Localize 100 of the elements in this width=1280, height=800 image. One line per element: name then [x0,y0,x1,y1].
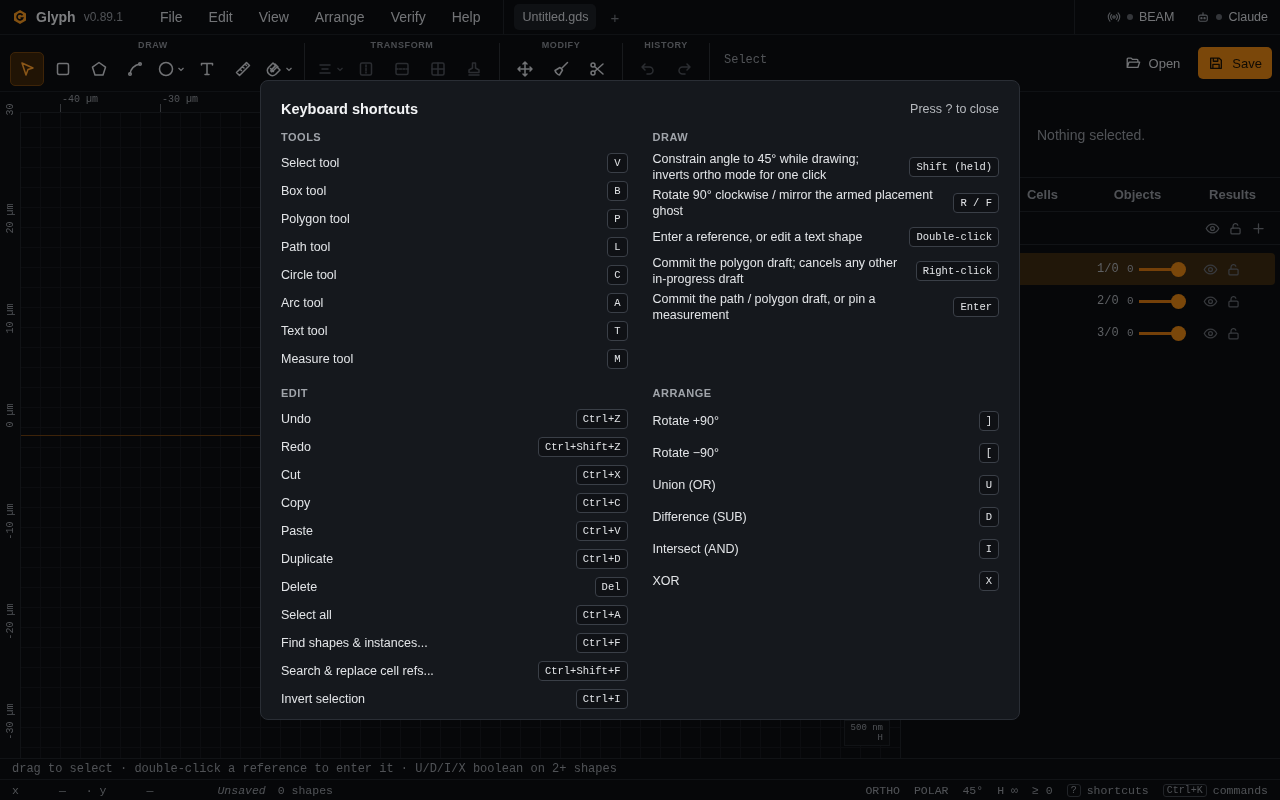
section-title: TOOLS [281,131,323,143]
key-hint: Ctrl+Shift+Z [537,437,628,457]
mode-label: Select [723,52,769,69]
dashed-frame-icon [357,60,375,78]
key-hint: P [607,209,628,229]
key-hint: Del [594,577,628,597]
key-hint: V [607,153,628,173]
slider-thumb[interactable] [1171,261,1186,277]
slider-thumb[interactable] [1171,293,1186,309]
key-hint: U [978,475,999,495]
shortcut-label: Rotate +90° [652,413,719,429]
ruler-label: -40 µm [62,94,98,105]
layer-count: 0 [1127,263,1135,275]
shortcut-label: Paste [281,523,313,539]
menu-item[interactable]: View [245,9,302,25]
status-text: · y [85,784,107,797]
folder-icon [1124,55,1141,71]
opacity-slider[interactable] [1139,261,1187,277]
magnet-icon [265,60,283,78]
save-button[interactable]: Save [1198,47,1272,79]
add-layer-button[interactable] [1251,220,1266,236]
robot-icon [1196,10,1211,24]
shortcut-label: Intersect (AND) [652,541,739,557]
caret-icon [285,65,293,73]
toolbar-group-label: MODIFY [541,40,581,50]
shortcut-label: Rotate 90° clockwise / mirror the armed placement ghost [652,187,934,219]
toolbar-group-label: TRANSFORM [370,40,434,50]
undo-icon [639,60,657,78]
status-text: ORTHO [865,784,900,797]
pointer-icon [18,60,36,78]
lock-icon [1226,293,1241,309]
key-hint: Ctrl+D [575,549,628,569]
ruler-label: 30 [4,103,16,118]
section-title: DRAW [652,131,690,143]
unlock-all-button[interactable] [1228,220,1243,236]
key-hint: Ctrl+A [575,605,628,625]
key-hint: Enter [953,297,999,317]
close-hint: Press ? to close [910,102,999,116]
menu-item[interactable]: Arrange [301,9,378,25]
shortcut-label: Union (OR) [652,477,716,493]
key-hint: Ctrl+Shift+F [537,661,628,681]
layer-name: 1/0 [1097,262,1120,276]
key-hint: Ctrl+I [575,689,628,709]
shortcut-label: Undo [281,411,311,427]
key-hint: Ctrl+Z [575,409,628,429]
ruler-label: -10 µm [4,503,16,542]
shortcut-label: Find shapes & instances... [281,635,428,651]
panel-tab[interactable]: Objects [1090,186,1185,203]
status-text: 0 shapes [277,784,333,797]
shortcut-label: Enter a reference, or edit a text shape [652,229,863,245]
menu-item[interactable]: Verify [377,9,439,25]
opacity-slider[interactable] [1139,325,1187,341]
shortcut-label: Delete [281,579,318,595]
shortcut-label: Measure tool [281,351,354,367]
scissors-icon [588,60,606,78]
key-hint: X [978,571,999,591]
lock-icon [1228,220,1243,236]
status-text: ≥ 0 [1031,784,1053,797]
hint-text: drag to select · double-click a reference to enter it · U/D/I/X boolean on 2+ shapes [0,758,1280,779]
key-hint: Double-click [909,227,999,247]
move-icon [516,60,534,78]
key-hint: Ctrl+C [575,493,628,513]
menu-item[interactable]: File [147,9,196,25]
caret-icon [336,65,344,73]
lock-toggle[interactable] [1226,325,1241,341]
status-text: H ∞ [997,784,1018,797]
key-hint: ? [1066,784,1081,797]
layer-row[interactable]: 3/0 0 [906,317,1275,349]
panel-tab[interactable]: Results [1185,186,1280,203]
shortcut-label: XOR [652,573,680,589]
shortcut-label: Constrain angle to 45° while drawing; inverts ortho mode for one click [652,151,860,183]
open-button[interactable]: Open [1114,47,1191,79]
menu-item[interactable]: Edit [195,9,246,25]
toolbar-group-label: HISTORY [644,40,688,50]
lock-icon [1226,325,1241,341]
shortcut-label: Commit the polygon draft; cancels any other in-progress draft [652,255,899,287]
layer-name: 3/0 [1097,326,1120,340]
document-tab[interactable]: Untitled.gds [514,4,597,30]
key-hint: T [607,321,628,341]
lock-toggle[interactable] [1226,261,1241,277]
key-hint: ] [978,411,999,431]
stamp-icon [465,60,483,78]
circle-icon [157,60,175,78]
broadcast-icon [1106,10,1121,24]
slider-thumb[interactable] [1171,325,1186,341]
scale-label: 500 nm [850,723,883,733]
menu-item[interactable]: Help [438,9,494,25]
ruler-label: -30 µm [4,703,16,742]
shortcut-label: Circle tool [281,267,337,283]
key-hint: I [978,539,999,559]
shortcut-label: Box tool [281,183,327,199]
lock-toggle[interactable] [1226,293,1241,309]
key-hint: M [607,349,628,369]
app-name: Glyph [36,9,76,25]
section-title: EDIT [281,387,310,399]
key-hint: Shift (held) [909,157,999,177]
opacity-slider[interactable] [1139,293,1187,309]
shortcut-label: Difference (SUB) [652,509,747,525]
tool-button[interactable] [10,52,44,86]
shortcut-label: Commit the path / polygon draft, or pin a measurement [652,291,877,323]
